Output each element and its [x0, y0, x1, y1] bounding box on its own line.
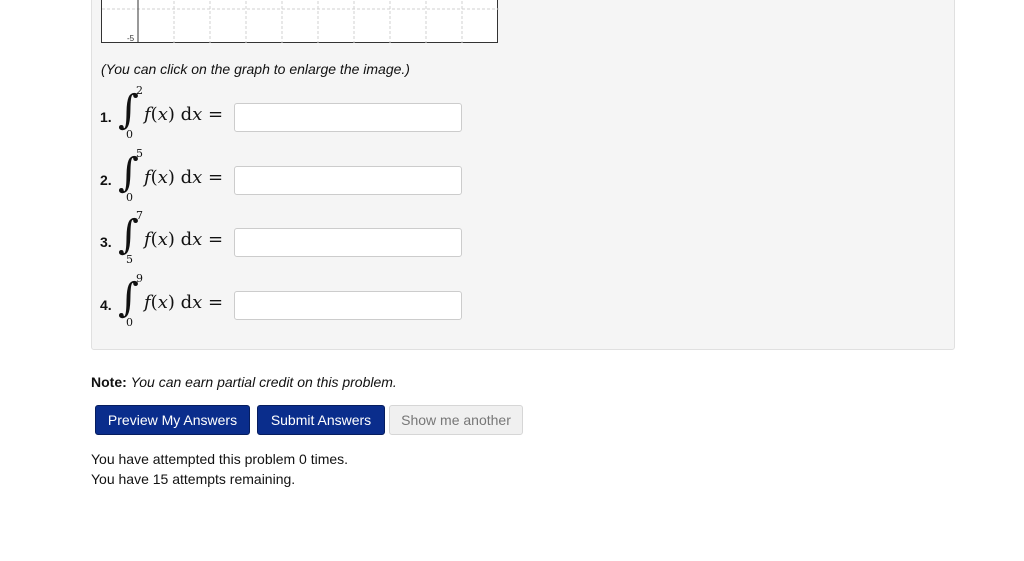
note-label: Note: — [91, 374, 127, 390]
graph-tick-label: -5 — [127, 34, 135, 43]
graph-image[interactable]: -5 — [101, 0, 499, 43]
answer-input-2[interactable] — [234, 166, 462, 195]
answer-input-4[interactable] — [234, 291, 462, 320]
problem-number: 1. — [100, 109, 112, 125]
answer-input-1[interactable] — [234, 103, 462, 132]
submit-answers-button[interactable]: Submit Answers — [257, 405, 385, 435]
lower-limit: 0 — [126, 128, 133, 141]
upper-limit: 5 — [136, 147, 143, 160]
preview-answers-button[interactable]: Preview My Answers — [95, 405, 250, 435]
attempted-status: You have attempted this problem 0 times. — [91, 451, 349, 467]
upper-limit: 9 — [136, 272, 143, 285]
graph-enlarge-note: (You can click on the graph to enlarge t… — [101, 61, 410, 77]
note-text: You can earn partial credit on this prob… — [130, 374, 397, 390]
integrand: f(x) dx = — [144, 167, 224, 188]
show-another-button[interactable]: Show me another — [389, 405, 523, 435]
integrand: f(x) dx = — [144, 229, 224, 250]
remaining-status: You have 15 attempts remaining. — [91, 471, 296, 487]
graph-grid: -5 — [102, 0, 499, 43]
answer-input-3[interactable] — [234, 228, 462, 257]
integrand: f(x) dx = — [144, 104, 224, 125]
lower-limit: 0 — [126, 191, 133, 204]
upper-limit: 2 — [136, 84, 143, 97]
lower-limit: 0 — [126, 316, 133, 329]
partial-credit-note: Note: You can earn partial credit on thi… — [91, 374, 397, 390]
integrand: f(x) dx = — [144, 292, 224, 313]
problem-number: 4. — [100, 297, 112, 313]
lower-limit: 5 — [126, 253, 133, 266]
upper-limit: 7 — [136, 209, 143, 222]
problem-number: 3. — [100, 234, 112, 250]
problem-number: 2. — [100, 172, 112, 188]
